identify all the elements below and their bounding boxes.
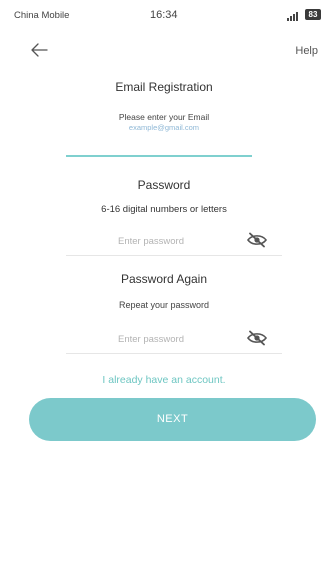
password-again-field-underline [66, 353, 282, 354]
password-again-field-row [66, 324, 282, 354]
carrier-name: China Mobile [14, 10, 70, 21]
eye-off-icon[interactable] [246, 232, 268, 248]
email-prompt: Please enter your Email [118, 112, 210, 122]
email-field-underline [66, 155, 252, 157]
password-hint: 6-16 digital numbers or letters [101, 204, 227, 215]
password-field-underline [66, 255, 282, 256]
next-button[interactable]: NEXT [29, 398, 316, 441]
registration-screen: China Mobile 16:34 83 Help Email Registr… [0, 0, 328, 569]
battery-icon: 83 [305, 9, 321, 20]
help-link[interactable]: Help [295, 45, 318, 57]
password-field-row [66, 226, 282, 256]
password-title: Password [137, 178, 191, 192]
password-again-title: Password Again [120, 272, 208, 286]
password-again-hint: Repeat your password [118, 300, 210, 310]
password-again-input[interactable] [66, 328, 236, 350]
eye-off-icon[interactable] [246, 330, 268, 346]
already-have-account-link[interactable]: I already have an account. [0, 374, 328, 386]
status-bar: China Mobile 16:34 83 [0, 0, 328, 30]
email-field[interactable]: example@gmail.com [0, 123, 328, 132]
signal-icon [283, 10, 301, 21]
status-clock: 16:34 [150, 9, 178, 21]
email-registration-title: Email Registration [115, 80, 213, 94]
back-arrow-icon[interactable] [30, 42, 48, 58]
password-input[interactable] [66, 230, 236, 252]
